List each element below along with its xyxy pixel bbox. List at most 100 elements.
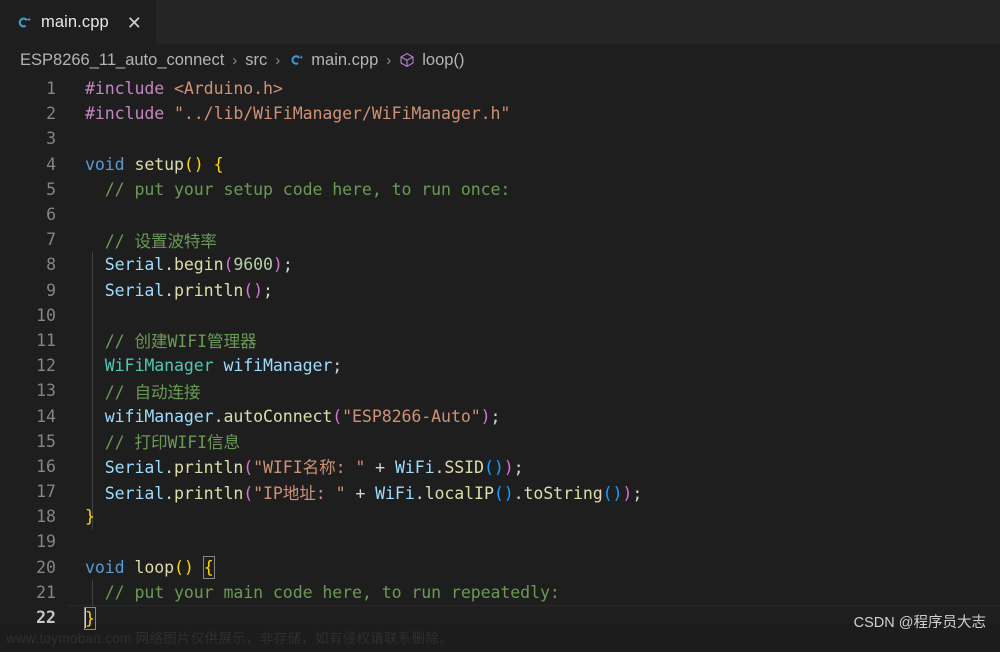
- line-number: 22: [36, 608, 56, 628]
- code-text: Serial.println("IP地址: " + WiFi.localIP()…: [56, 480, 643, 504]
- code-line[interactable]: 8 Serial.begin(9600);: [0, 252, 1000, 277]
- tab-bar-empty-area: [155, 0, 1000, 44]
- close-icon[interactable]: ✕: [126, 14, 143, 32]
- breadcrumb-item-project[interactable]: ESP8266_11_auto_connect: [20, 51, 224, 70]
- token-dot: .: [513, 483, 524, 503]
- token-comment: // 自动连接: [104, 382, 201, 402]
- code-text: wifiManager.autoConnect("ESP8266-Auto");: [56, 406, 501, 426]
- token-dot: .: [434, 458, 445, 478]
- code-line[interactable]: 18 }: [0, 504, 1000, 529]
- token-semicolon: ;: [282, 255, 293, 275]
- token-preprocessor: #include: [85, 79, 165, 99]
- token-paren-open: (: [174, 557, 184, 577]
- breadcrumb-label: src: [245, 50, 268, 69]
- tab-label: main.cpp: [41, 13, 109, 31]
- breadcrumb-item-symbol[interactable]: loop(): [399, 51, 464, 70]
- code-line[interactable]: 1 #include <Arduino.h>: [0, 76, 1000, 101]
- token-method: println: [174, 458, 244, 478]
- line-number: 20: [36, 557, 56, 577]
- token-variable: wifiManager: [223, 356, 333, 376]
- token-semicolon: ;: [332, 356, 343, 376]
- line-number: 6: [46, 205, 56, 225]
- token-object: WiFi: [375, 483, 415, 503]
- code-line[interactable]: 10: [0, 303, 1000, 328]
- breadcrumb-item-file[interactable]: main.cpp: [288, 51, 378, 70]
- code-line[interactable]: 17 Serial.println("IP地址: " + WiFi.localI…: [0, 479, 1000, 504]
- code-line[interactable]: 20 void loop() {: [0, 555, 1000, 580]
- breadcrumb-item-src[interactable]: src: [245, 51, 267, 70]
- token-paren-open: (: [243, 280, 254, 300]
- line-number: 19: [36, 532, 56, 552]
- line-number: 11: [36, 330, 56, 350]
- tab-main-cpp[interactable]: main.cpp ✕: [0, 0, 156, 44]
- token-paren-close: ): [612, 483, 623, 503]
- code-line[interactable]: 3: [0, 126, 1000, 151]
- token-string: "WIFI名称: ": [253, 458, 366, 478]
- code-line[interactable]: 4 void setup() {: [0, 152, 1000, 177]
- code-line[interactable]: 12 WiFiManager wifiManager;: [0, 353, 1000, 378]
- token-semicolon: ;: [632, 483, 643, 503]
- breadcrumb-label: main.cpp: [311, 50, 379, 69]
- code-line[interactable]: 13 // 自动连接: [0, 378, 1000, 403]
- token-brace-open-matched: {: [202, 555, 215, 579]
- code-line[interactable]: 11 // 创建WIFI管理器: [0, 328, 1000, 353]
- code-line[interactable]: 14 wifiManager.autoConnect("ESP8266-Auto…: [0, 403, 1000, 428]
- line-number: 18: [36, 507, 56, 527]
- token-object: Serial: [104, 458, 165, 478]
- code-line[interactable]: 9 Serial.println();: [0, 278, 1000, 303]
- token-paren-open: (: [243, 483, 254, 503]
- line-number: 10: [36, 305, 56, 325]
- token-string: "ESP8266-Auto": [342, 406, 481, 426]
- breadcrumb-label: ESP8266_11_auto_connect: [20, 50, 225, 69]
- method-symbol-icon: [399, 52, 415, 68]
- token-method: autoConnect: [223, 406, 333, 426]
- line-number: 21: [36, 582, 56, 602]
- code-line[interactable]: 7 // 设置波特率: [0, 227, 1000, 252]
- token-paren-close: ): [493, 458, 504, 478]
- code-line[interactable]: 5 // put your setup code here, to run on…: [0, 177, 1000, 202]
- token-dot: .: [164, 255, 175, 275]
- code-editor[interactable]: 1 #include <Arduino.h> 2 #include "../li…: [0, 76, 1000, 652]
- code-line[interactable]: 15 // 打印WIFI信息: [0, 429, 1000, 454]
- breadcrumb-separator: ›: [275, 51, 281, 69]
- code-line[interactable]: 21 // put your main code here, to run re…: [0, 580, 1000, 605]
- token-include-path: <Arduino.h>: [174, 79, 283, 99]
- token-dot: .: [164, 458, 175, 478]
- breadcrumb-separator: ›: [386, 51, 392, 69]
- token-object: wifiManager: [104, 406, 214, 426]
- token-semicolon: ;: [513, 458, 524, 478]
- token-comment: // 设置波特率: [104, 231, 217, 251]
- vscode-window: main.cpp ✕ ESP8266_11_auto_connect › src…: [0, 0, 1000, 652]
- line-number: 15: [36, 431, 56, 451]
- token-comment: // put your setup code here, to run once…: [104, 179, 511, 199]
- code-line[interactable]: 6: [0, 202, 1000, 227]
- breadcrumb-separator: ›: [232, 51, 238, 69]
- token-semicolon: ;: [263, 280, 273, 300]
- token-keyword: void: [85, 557, 125, 577]
- token-paren-close: ): [503, 483, 514, 503]
- token-paren-open: (: [332, 406, 343, 426]
- line-number: 4: [46, 154, 56, 174]
- token-paren-open: (: [493, 483, 504, 503]
- code-text: void loop() {: [56, 555, 215, 579]
- code-line[interactable]: 16 Serial.println("WIFI名称: " + WiFi.SSID…: [0, 454, 1000, 479]
- token-function-name: setup: [134, 154, 184, 174]
- code-text: // 自动连接: [56, 379, 201, 403]
- token-paren-close: ): [272, 255, 283, 275]
- token-preprocessor: #include: [85, 104, 165, 124]
- token-brace-open: {: [213, 154, 224, 174]
- token-function-name: loop: [134, 557, 175, 577]
- token-method: localIP: [424, 483, 494, 503]
- cpp-file-icon: [288, 52, 304, 68]
- token-string: "IP地址: ": [253, 483, 346, 503]
- token-brace-close: }: [85, 507, 95, 527]
- token-comment: // 创建WIFI管理器: [104, 332, 257, 352]
- token-paren-close: ): [183, 557, 194, 577]
- token-object: Serial: [104, 255, 165, 275]
- line-number: 12: [36, 356, 56, 376]
- token-paren-open: (: [223, 255, 234, 275]
- code-line[interactable]: 19: [0, 529, 1000, 554]
- code-line[interactable]: 2 #include "../lib/WiFiManager/WiFiManag…: [0, 101, 1000, 126]
- token-method: SSID: [444, 458, 484, 478]
